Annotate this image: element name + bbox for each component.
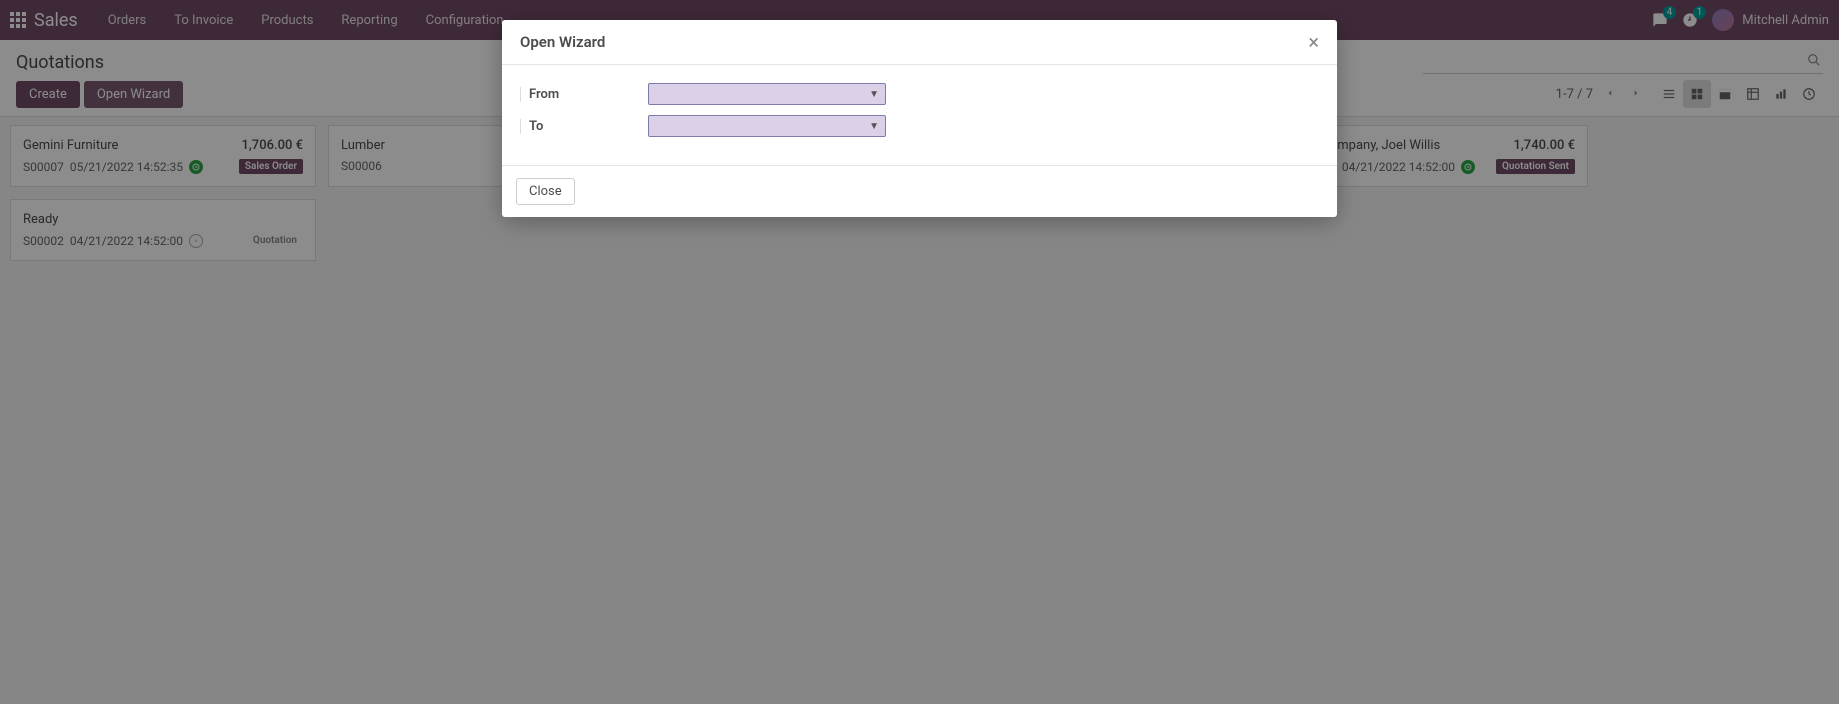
modal-close-button[interactable]: × <box>1308 32 1319 52</box>
modal-overlay: Open Wizard × From ▼ To ▼ <box>0 0 1839 704</box>
from-label: From <box>520 87 648 102</box>
modal-title: Open Wizard <box>520 33 605 51</box>
close-button[interactable]: Close <box>516 178 575 205</box>
to-select[interactable]: ▼ <box>648 115 886 137</box>
from-select[interactable]: ▼ <box>648 83 886 105</box>
chevron-down-icon: ▼ <box>869 121 879 132</box>
chevron-down-icon: ▼ <box>869 89 879 100</box>
open-wizard-modal: Open Wizard × From ▼ To ▼ <box>502 20 1337 217</box>
to-label: To <box>520 119 648 134</box>
